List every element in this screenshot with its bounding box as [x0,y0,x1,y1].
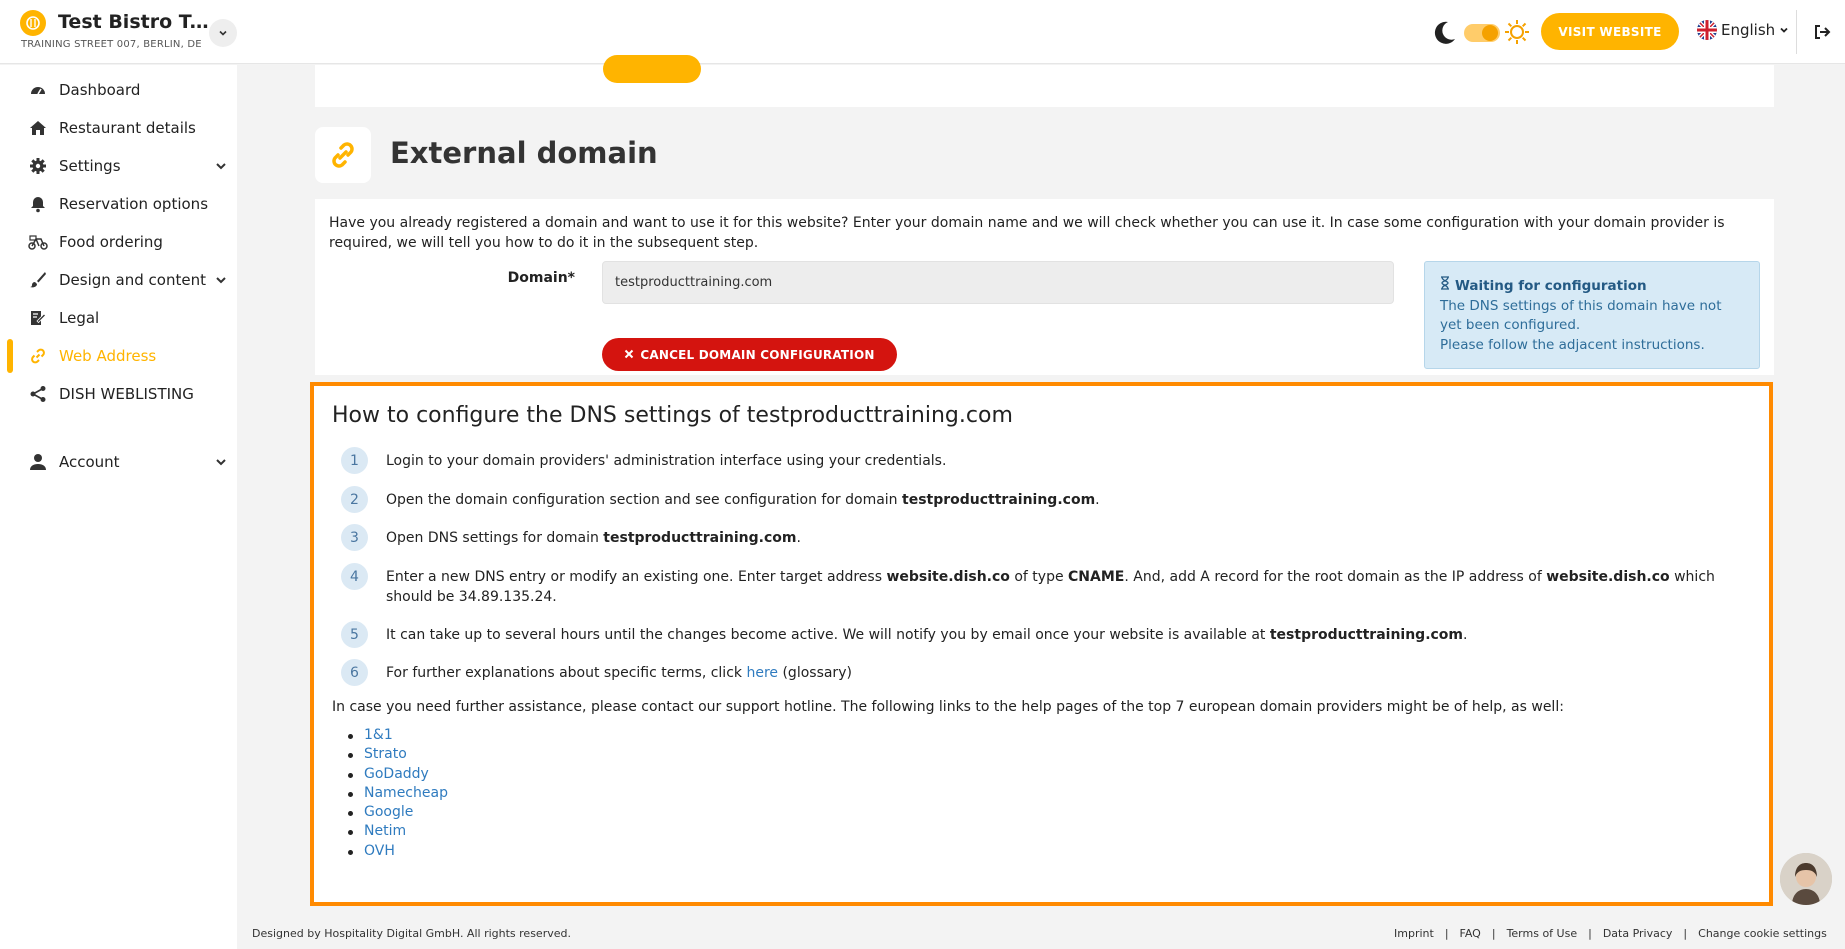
link-icon [28,346,48,366]
moon-icon [1430,18,1458,50]
status-instruction: Please follow the adjacent instructions. [1440,336,1705,353]
provider-link-godaddy[interactable]: GoDaddy [348,766,448,785]
sidebar-item-reservation-options[interactable]: Reservation options [0,187,237,221]
step-number: 1 [341,447,368,474]
sidebar-item-dashboard[interactable]: Dashboard [0,73,237,107]
instructions-title: How to configure the DNS settings of tes… [332,403,1013,428]
sidebar-item-account[interactable]: Account [0,445,237,479]
restaurant-switcher-chevron-down-icon[interactable] [209,19,237,47]
hourglass-icon [1440,276,1450,297]
status-title: Waiting for configuration [1455,277,1647,294]
bike-icon [28,232,48,252]
gear-icon [28,156,48,176]
footer-link-terms-of-use[interactable]: Terms of Use [1507,927,1578,940]
step-number: 6 [341,659,368,686]
sun-icon [1503,18,1531,50]
language-label: English [1721,21,1776,39]
footer-links: Imprint | FAQ | Terms of Use | Data Privacy… [1394,927,1827,940]
sidebar-item-label: Food ordering [59,233,163,251]
sidebar-item-restaurant-details[interactable]: Restaurant details [0,111,237,145]
restaurant-name: Test Bistro Train... [58,11,210,33]
sidebar-item-label: Restaurant details [59,119,196,137]
provider-link-netim[interactable]: Netim [348,823,448,842]
sidebar-item-label: Account [59,453,120,471]
footer-link-imprint[interactable]: Imprint [1394,927,1434,940]
sidebar-item-label: Settings [59,157,121,175]
step-text: Open the domain configuration section an… [386,492,1100,508]
sidebar-item-dish-weblisting[interactable]: DISH WEBLISTING [0,377,237,411]
sidebar: Dashboard Restaurant details Settings Re… [0,65,237,949]
footer-link-cookie-settings[interactable]: Change cookie settings [1698,927,1827,940]
domain-input[interactable] [602,261,1394,304]
cancel-button-label: CANCEL DOMAIN CONFIGURATION [640,347,875,362]
share-icon [28,384,48,404]
restaurant-address: TRAINING STREET 007, BERLIN, DE [21,39,202,50]
footer-link-data-privacy[interactable]: Data Privacy [1603,927,1673,940]
dns-instructions-panel: How to configure the DNS settings of tes… [310,382,1773,906]
home-icon [28,118,48,138]
page-title: External domain [390,136,658,170]
sidebar-item-design-and-content[interactable]: Design and content [0,263,237,297]
sidebar-item-settings[interactable]: Settings [0,149,237,183]
logout-icon[interactable] [1811,21,1833,43]
step-number: 3 [341,524,368,551]
language-selector[interactable]: English [1697,20,1789,40]
provider-link-namecheap[interactable]: Namecheap [348,785,448,804]
close-icon [624,348,634,362]
sidebar-item-label: Dashboard [59,81,141,99]
status-message: The DNS settings of this domain have not… [1440,297,1722,334]
glossary-link[interactable]: here [746,665,778,681]
sidebar-item-label: Legal [59,309,100,327]
sidebar-item-label: Design and content [59,271,206,289]
uk-flag-icon [1697,20,1717,40]
user-icon [28,452,48,472]
theme-toggle[interactable] [1464,24,1500,42]
provider-links-list: 1&1 Strato GoDaddy Namecheap Google Neti… [348,727,448,862]
visit-website-button[interactable]: VISIT WEBSITE [1541,13,1679,50]
brush-icon [28,270,48,290]
step-number: 5 [341,621,368,648]
assistance-text: In case you need further assistance, ple… [332,699,1564,715]
intro-text: Have you already registered a domain and… [329,215,1725,251]
bell-icon [28,194,48,214]
step-text: Enter a new DNS entry or modify an exist… [386,569,1715,605]
sidebar-item-label: Reservation options [59,195,209,213]
footer-link-faq[interactable]: FAQ [1460,927,1481,940]
step-number: 4 [341,563,368,590]
provider-link-ovh[interactable]: OVH [348,843,448,862]
header-divider [1796,10,1797,54]
domain-label: Domain* [507,270,575,286]
support-chat-avatar[interactable] [1780,853,1832,905]
save-button-partial[interactable] [603,55,701,83]
sidebar-item-web-address[interactable]: Web Address [0,339,237,373]
sidebar-item-food-ordering[interactable]: Food ordering [0,225,237,259]
chevron-down-icon [214,273,228,287]
top-header: Test Bistro Train... TRAINING STREET 007… [0,0,1845,64]
dashboard-icon [28,80,48,100]
chevron-down-icon [1779,21,1789,39]
chevron-down-icon [214,455,228,469]
sidebar-item-legal[interactable]: Legal [0,301,237,335]
provider-link-strato[interactable]: Strato [348,746,448,765]
restaurant-logo-icon [20,10,46,36]
link-icon [315,127,371,183]
step-text: For further explanations about specific … [386,665,852,681]
step-text: It can take up to several hours until th… [386,627,1468,643]
provider-link-1and1[interactable]: 1&1 [348,727,448,746]
status-alert: Waiting for configuration The DNS settin… [1424,261,1760,369]
legal-icon [28,308,48,328]
provider-link-google[interactable]: Google [348,804,448,823]
cancel-domain-configuration-button[interactable]: CANCEL DOMAIN CONFIGURATION [602,338,897,371]
chevron-down-icon [214,159,228,173]
step-number: 2 [341,486,368,513]
previous-card [315,65,1774,107]
footer-copyright: Designed by Hospitality Digital GmbH. Al… [252,927,571,940]
step-text: Login to your domain providers' administ… [386,453,947,469]
step-text: Open DNS settings for domain testproduct… [386,530,801,546]
sidebar-item-label: DISH WEBLISTING [59,385,194,403]
sidebar-item-label: Web Address [59,347,157,365]
